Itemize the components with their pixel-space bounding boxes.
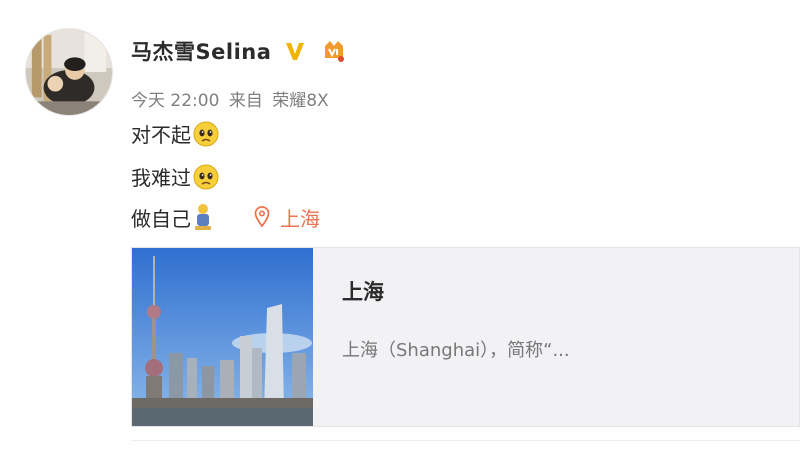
post-meta: 今天 22:00 来自 荣耀8X bbox=[131, 86, 333, 111]
member-badge-icon[interactable] bbox=[321, 38, 347, 64]
source-prefix: 来自 bbox=[228, 91, 263, 111]
shanghai-skyline-image bbox=[132, 248, 313, 426]
avatar-photo bbox=[26, 29, 112, 115]
post-text: 做自己 bbox=[131, 206, 191, 231]
card-body: 上海 上海（Shanghai），简称“... bbox=[313, 248, 570, 426]
post-text-line: 做自己 上海 bbox=[131, 202, 320, 232]
card-description: 上海（Shanghai），简称“... bbox=[342, 340, 570, 361]
post-text-line: 我难过 bbox=[131, 162, 220, 191]
sad-face-emoji bbox=[193, 164, 219, 189]
location-tag[interactable]: 上海 bbox=[254, 203, 320, 232]
location-card[interactable]: 上海 上海（Shanghai），简称“... bbox=[131, 247, 800, 427]
divider bbox=[131, 440, 800, 441]
username[interactable]: 马杰雪Selina bbox=[131, 36, 271, 66]
device-source[interactable]: 荣耀8X bbox=[272, 91, 328, 111]
weibo-post: 马杰雪Selina 今天 22:00 来自 荣耀8X 对不起 我难过 做自己 上… bbox=[0, 0, 800, 452]
person-emoji bbox=[195, 204, 211, 230]
post-time[interactable]: 今天 22:00 bbox=[131, 91, 219, 111]
sad-face-emoji bbox=[193, 121, 219, 146]
verified-v-icon[interactable] bbox=[283, 39, 307, 63]
post-text: 我难过 bbox=[131, 166, 191, 190]
card-thumbnail bbox=[132, 248, 313, 426]
location-pin-icon bbox=[254, 206, 270, 228]
header: 马杰雪Selina bbox=[131, 36, 347, 66]
location-label[interactable]: 上海 bbox=[280, 203, 320, 232]
post-text: 对不起 bbox=[131, 123, 191, 147]
card-title[interactable]: 上海 bbox=[342, 276, 570, 306]
avatar[interactable] bbox=[25, 28, 113, 116]
post-text-line: 对不起 bbox=[131, 119, 220, 148]
